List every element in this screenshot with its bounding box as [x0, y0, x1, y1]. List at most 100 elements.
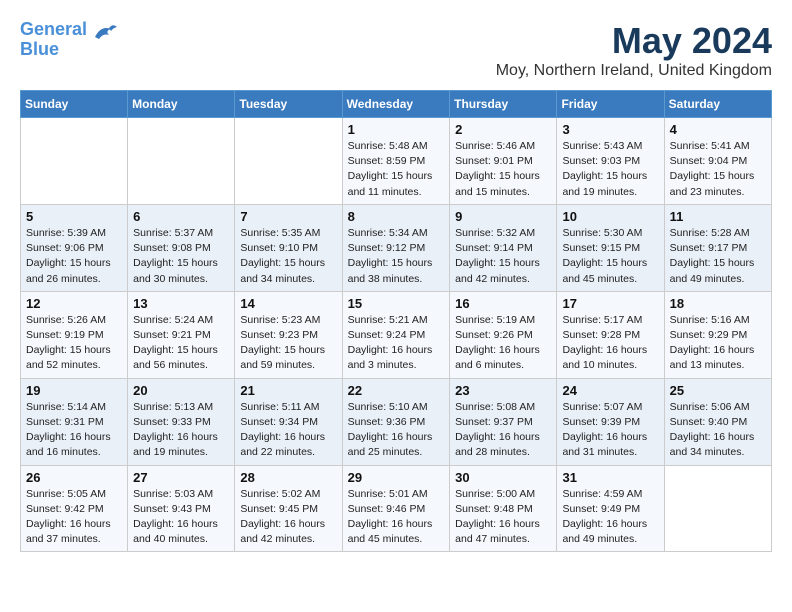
day-number: 28 [240, 470, 336, 485]
calendar-cell: 13 Sunrise: 5:24 AM Sunset: 9:21 PM Dayli… [128, 291, 235, 378]
main-title: May 2024 [496, 20, 772, 62]
calendar-day-header: Friday [557, 91, 664, 118]
calendar-day-header: Saturday [664, 91, 771, 118]
calendar-cell: 21Sunrise: 5:11 AM Sunset: 9:34 PM Dayli… [235, 378, 342, 465]
calendar-cell: 27 Sunrise: 5:03 AM Sunset: 9:43 PM Dayli… [128, 465, 235, 552]
calendar-cell: 11 Sunrise: 5:28 AM Sunset: 9:17 PM Dayli… [664, 204, 771, 291]
day-number: 8 [348, 209, 445, 224]
calendar-day-header: Monday [128, 91, 235, 118]
calendar-cell: 3 Sunrise: 5:43 AM Sunset: 9:03 PM Daylig… [557, 118, 664, 205]
calendar-week-row: 5 Sunrise: 5:39 AM Sunset: 9:06 PM Daylig… [21, 204, 772, 291]
calendar-day-header: Wednesday [342, 91, 450, 118]
calendar-cell: 31 Sunrise: 4:59 AM Sunset: 9:49 PM Dayli… [557, 465, 664, 552]
day-info: Sunrise: 5:34 AM Sunset: 9:12 PM Dayligh… [348, 226, 445, 287]
logo: GeneralBlue [20, 20, 119, 60]
calendar-body: 1 Sunrise: 5:48 AM Sunset: 8:59 PM Daylig… [21, 118, 772, 552]
day-info: Sunrise: 5:17 AM Sunset: 9:28 PM Dayligh… [562, 313, 658, 374]
page-header: GeneralBlue May 2024 Moy, Northern Irela… [20, 20, 772, 80]
day-info: Sunrise: 5:48 AM Sunset: 8:59 PM Dayligh… [348, 139, 445, 200]
day-info: Sunrise: 5:08 AM Sunset: 9:37 PM Dayligh… [455, 400, 551, 461]
calendar-cell: 20Sunrise: 5:13 AM Sunset: 9:33 PM Dayli… [128, 378, 235, 465]
calendar-table: SundayMondayTuesdayWednesdayThursdayFrid… [20, 90, 772, 552]
day-number: 7 [240, 209, 336, 224]
subtitle: Moy, Northern Ireland, United Kingdom [496, 62, 772, 80]
day-number: 21 [240, 383, 336, 398]
calendar-cell: 7 Sunrise: 5:35 AM Sunset: 9:10 PM Daylig… [235, 204, 342, 291]
calendar-cell: 23Sunrise: 5:08 AM Sunset: 9:37 PM Dayli… [450, 378, 557, 465]
day-number: 6 [133, 209, 229, 224]
day-number: 9 [455, 209, 551, 224]
day-number: 3 [562, 122, 658, 137]
day-number: 31 [562, 470, 658, 485]
day-info: Sunrise: 5:35 AM Sunset: 9:10 PM Dayligh… [240, 226, 336, 287]
calendar-week-row: 12Sunrise: 5:26 AM Sunset: 9:19 PM Dayli… [21, 291, 772, 378]
calendar-cell: 6 Sunrise: 5:37 AM Sunset: 9:08 PM Daylig… [128, 204, 235, 291]
day-number: 19 [26, 383, 122, 398]
calendar-cell: 16Sunrise: 5:19 AM Sunset: 9:26 PM Dayli… [450, 291, 557, 378]
title-block: May 2024 Moy, Northern Ireland, United K… [496, 20, 772, 80]
day-info: Sunrise: 5:01 AM Sunset: 9:46 PM Dayligh… [348, 487, 445, 548]
day-number: 30 [455, 470, 551, 485]
calendar-cell: 19 Sunrise: 5:14 AM Sunset: 9:31 PM Dayli… [21, 378, 128, 465]
day-info: Sunrise: 5:39 AM Sunset: 9:06 PM Dayligh… [26, 226, 122, 287]
calendar-cell [664, 465, 771, 552]
calendar-day-header: Sunday [21, 91, 128, 118]
calendar-cell: 17 Sunrise: 5:17 AM Sunset: 9:28 PM Dayli… [557, 291, 664, 378]
calendar-cell: 18 Sunrise: 5:16 AM Sunset: 9:29 PM Dayli… [664, 291, 771, 378]
day-number: 13 [133, 296, 229, 311]
day-number: 18 [670, 296, 766, 311]
day-info: Sunrise: 5:07 AM Sunset: 9:39 PM Dayligh… [562, 400, 658, 461]
day-number: 24 [562, 383, 658, 398]
calendar-day-header: Thursday [450, 91, 557, 118]
calendar-cell: 12Sunrise: 5:26 AM Sunset: 9:19 PM Dayli… [21, 291, 128, 378]
logo-text: GeneralBlue [20, 20, 87, 60]
calendar-week-row: 19 Sunrise: 5:14 AM Sunset: 9:31 PM Dayli… [21, 378, 772, 465]
day-number: 22 [348, 383, 445, 398]
calendar-cell: 28 Sunrise: 5:02 AM Sunset: 9:45 PM Dayli… [235, 465, 342, 552]
day-number: 16 [455, 296, 551, 311]
day-number: 20 [133, 383, 229, 398]
day-number: 2 [455, 122, 551, 137]
day-info: Sunrise: 5:21 AM Sunset: 9:24 PM Dayligh… [348, 313, 445, 374]
calendar-cell: 15 Sunrise: 5:21 AM Sunset: 9:24 PM Dayli… [342, 291, 450, 378]
day-info: Sunrise: 5:16 AM Sunset: 9:29 PM Dayligh… [670, 313, 766, 374]
day-number: 11 [670, 209, 766, 224]
day-info: Sunrise: 5:43 AM Sunset: 9:03 PM Dayligh… [562, 139, 658, 200]
calendar-cell: 4 Sunrise: 5:41 AM Sunset: 9:04 PM Daylig… [664, 118, 771, 205]
day-number: 15 [348, 296, 445, 311]
calendar-week-row: 26Sunrise: 5:05 AM Sunset: 9:42 PM Dayli… [21, 465, 772, 552]
day-number: 27 [133, 470, 229, 485]
day-info: Sunrise: 5:03 AM Sunset: 9:43 PM Dayligh… [133, 487, 229, 548]
day-info: Sunrise: 5:28 AM Sunset: 9:17 PM Dayligh… [670, 226, 766, 287]
calendar-cell: 9Sunrise: 5:32 AM Sunset: 9:14 PM Daylig… [450, 204, 557, 291]
day-info: Sunrise: 5:24 AM Sunset: 9:21 PM Dayligh… [133, 313, 229, 374]
calendar-cell [128, 118, 235, 205]
day-number: 26 [26, 470, 122, 485]
calendar-cell: 24 Sunrise: 5:07 AM Sunset: 9:39 PM Dayli… [557, 378, 664, 465]
day-number: 4 [670, 122, 766, 137]
day-info: Sunrise: 5:41 AM Sunset: 9:04 PM Dayligh… [670, 139, 766, 200]
calendar-cell: 5 Sunrise: 5:39 AM Sunset: 9:06 PM Daylig… [21, 204, 128, 291]
calendar-cell: 25 Sunrise: 5:06 AM Sunset: 9:40 PM Dayli… [664, 378, 771, 465]
logo-bird-icon [91, 23, 119, 41]
calendar-cell: 1 Sunrise: 5:48 AM Sunset: 8:59 PM Daylig… [342, 118, 450, 205]
day-info: Sunrise: 5:46 AM Sunset: 9:01 PM Dayligh… [455, 139, 551, 200]
day-number: 17 [562, 296, 658, 311]
day-number: 1 [348, 122, 445, 137]
day-number: 5 [26, 209, 122, 224]
calendar-cell: 26Sunrise: 5:05 AM Sunset: 9:42 PM Dayli… [21, 465, 128, 552]
day-number: 25 [670, 383, 766, 398]
day-info: Sunrise: 5:23 AM Sunset: 9:23 PM Dayligh… [240, 313, 336, 374]
day-info: Sunrise: 5:06 AM Sunset: 9:40 PM Dayligh… [670, 400, 766, 461]
day-info: Sunrise: 5:14 AM Sunset: 9:31 PM Dayligh… [26, 400, 122, 461]
day-info: Sunrise: 5:37 AM Sunset: 9:08 PM Dayligh… [133, 226, 229, 287]
calendar-cell [235, 118, 342, 205]
calendar-cell: 22 Sunrise: 5:10 AM Sunset: 9:36 PM Dayli… [342, 378, 450, 465]
day-number: 14 [240, 296, 336, 311]
day-info: Sunrise: 5:10 AM Sunset: 9:36 PM Dayligh… [348, 400, 445, 461]
calendar-cell: 29Sunrise: 5:01 AM Sunset: 9:46 PM Dayli… [342, 465, 450, 552]
day-info: Sunrise: 5:02 AM Sunset: 9:45 PM Dayligh… [240, 487, 336, 548]
calendar-cell: 14 Sunrise: 5:23 AM Sunset: 9:23 PM Dayli… [235, 291, 342, 378]
calendar-cell [21, 118, 128, 205]
day-info: Sunrise: 4:59 AM Sunset: 9:49 PM Dayligh… [562, 487, 658, 548]
